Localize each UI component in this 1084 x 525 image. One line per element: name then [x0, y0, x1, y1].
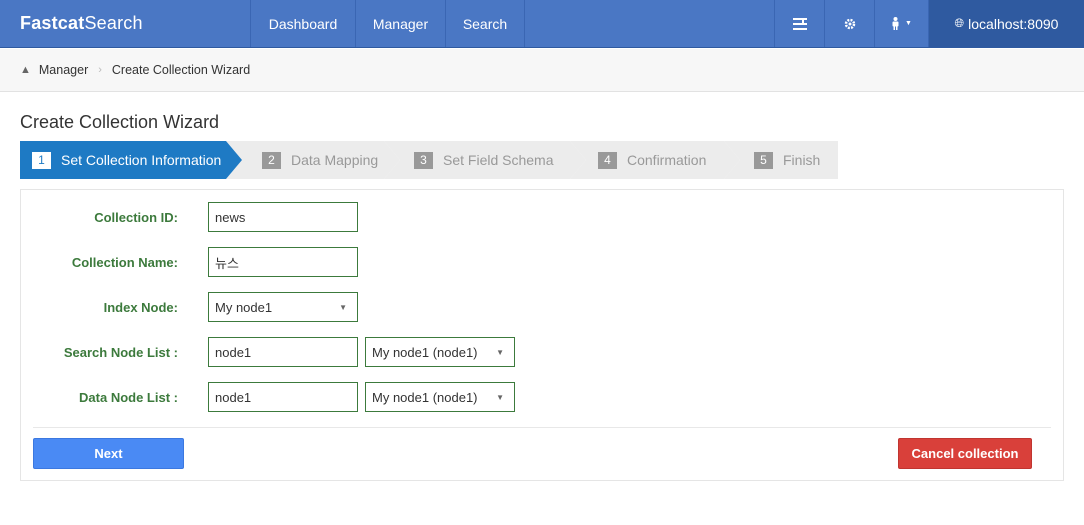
step-label: Data Mapping	[291, 152, 379, 168]
collection-id-input[interactable]: news	[208, 202, 358, 232]
search-node-select-value: My node1 (node1)	[372, 344, 478, 360]
dropdown-caret-icon: ▼	[339, 302, 347, 312]
step-label: Finish	[783, 152, 821, 168]
nav-search[interactable]: Search	[446, 0, 525, 47]
gear-icon[interactable]	[824, 0, 874, 47]
dropdown-caret-icon: ▼	[496, 347, 504, 357]
user-icon	[892, 17, 899, 30]
wizard-steps: 1 Set Collection Information 2 Data Mapp…	[20, 141, 838, 179]
step-number: 3	[414, 151, 433, 169]
nav-dashboard[interactable]: Dashboard	[251, 0, 356, 47]
collection-id-label: Collection ID:	[94, 209, 178, 225]
data-node-list-label: Data Node List :	[79, 389, 178, 405]
collection-name-input[interactable]: 뉴스	[208, 247, 358, 277]
search-node-list-label: Search Node List :	[63, 344, 178, 360]
step-arrow	[226, 141, 242, 179]
step-number: 1	[32, 151, 51, 169]
globe-icon: 🌐︎	[954, 16, 965, 30]
step-1: 1 Set Collection Information	[20, 141, 242, 179]
page-title: Create Collection Wizard	[20, 112, 220, 132]
breadcrumb-current: Create Collection Wizard	[111, 63, 251, 77]
row-collection-id: Collection ID: news	[21, 202, 1065, 232]
host-menu[interactable]: 🌐︎ localhost:8090	[928, 0, 1084, 47]
next-button[interactable]: Next	[33, 438, 184, 469]
user-menu[interactable]: ▼	[874, 0, 928, 47]
data-node-select[interactable]: My node1 (node1) ▼	[365, 382, 515, 412]
row-index-node: Index Node: My node1 ▼	[21, 292, 1065, 322]
nav-manager[interactable]: Manager	[356, 0, 446, 47]
main-nav: Dashboard Manager Search	[250, 0, 525, 47]
brand-part2: Search	[84, 13, 143, 33]
dropdown-caret-icon: ▼	[496, 392, 504, 402]
form-divider	[33, 427, 1051, 428]
step-number: 5	[754, 151, 773, 169]
chevron-down-icon: ▼	[905, 20, 912, 27]
step-label: Set Field Schema	[443, 152, 554, 168]
step-label: Confirmation	[627, 152, 707, 168]
step-2: 2 Data Mapping	[226, 141, 400, 179]
row-collection-name: Collection Name: 뉴스	[21, 247, 1065, 277]
step-4: 4 Confirmation	[570, 141, 740, 179]
step-number: 4	[598, 151, 617, 169]
index-node-value: My node1	[215, 299, 273, 315]
data-node-select-value: My node1 (node1)	[372, 389, 478, 405]
row-data-node-list: Data Node List : node1 My node1 (node1) …	[21, 382, 1065, 412]
collection-name-label: Collection Name:	[71, 254, 178, 270]
step-arrow	[724, 141, 740, 179]
brand-part1: Fastcat	[20, 13, 85, 33]
step-5: 5 Finish	[724, 141, 838, 179]
data-node-list-input[interactable]: node1	[208, 382, 358, 412]
nav-right: ▼ 🌐︎ localhost:8090	[774, 0, 1084, 47]
top-navbar: Fastcat Search Dashboard Manager Search ▼…	[0, 0, 1084, 48]
step-label: Set Collection Information	[61, 152, 222, 168]
cancel-collection-button[interactable]: Cancel collection	[898, 438, 1032, 469]
search-node-list-input[interactable]: node1	[208, 337, 358, 367]
index-node-label: Index Node:	[103, 299, 178, 315]
home-icon[interactable]: ▲	[20, 64, 31, 76]
step-arrow	[570, 141, 586, 179]
form-panel: Collection ID: news Collection Name: 뉴스 …	[20, 189, 1064, 481]
row-search-node-list: Search Node List : node1 My node1 (node1…	[21, 337, 1065, 367]
step-3: 3 Set Field Schema	[384, 141, 586, 179]
host-label: localhost:8090	[968, 15, 1059, 32]
step-arrow	[384, 141, 400, 179]
list-icon[interactable]	[774, 0, 824, 47]
search-node-select[interactable]: My node1 (node1) ▼	[365, 337, 515, 367]
index-node-select[interactable]: My node1 ▼	[208, 292, 358, 322]
breadcrumb: ▲ Manager › Create Collection Wizard	[0, 49, 1084, 92]
step-number: 2	[262, 151, 281, 169]
breadcrumb-separator-icon: ›	[98, 64, 102, 76]
breadcrumb-manager[interactable]: Manager	[39, 63, 88, 77]
brand-logo[interactable]: Fastcat Search	[0, 0, 250, 47]
